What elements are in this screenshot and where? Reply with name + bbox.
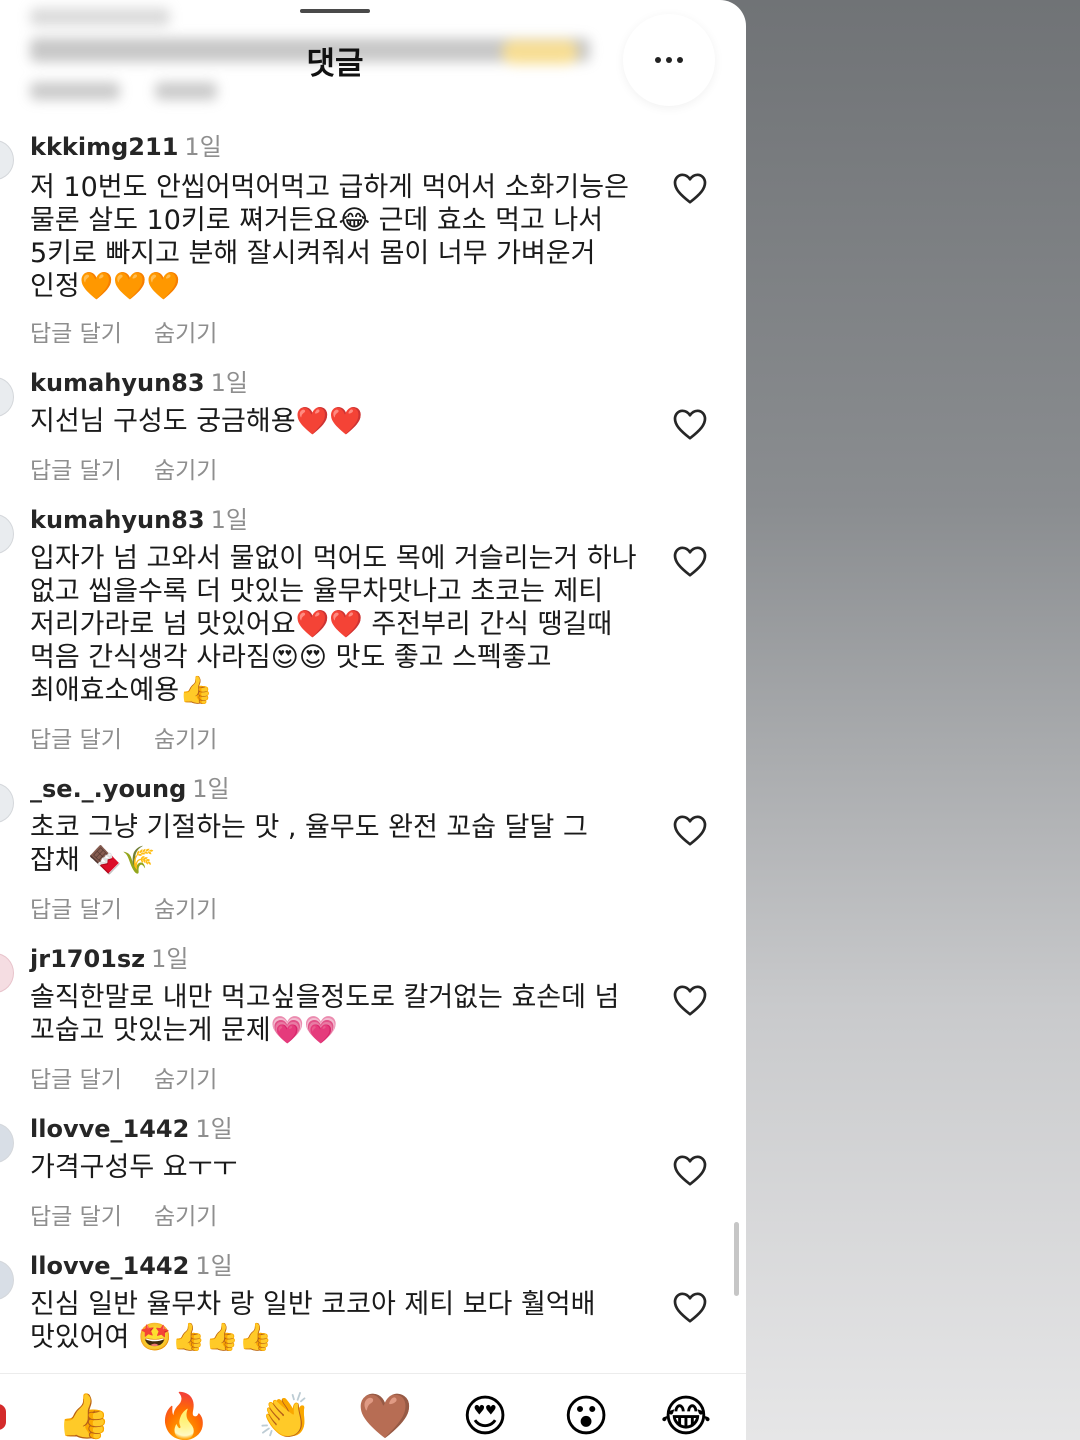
more-dot-icon <box>666 57 672 63</box>
comment-meta: kkkimg211 1일 <box>30 133 222 161</box>
comment-username[interactable]: kumahyun83 <box>30 506 205 534</box>
heart-emoji-partial-icon[interactable] <box>0 1404 6 1430</box>
comment-text: 가격구성두 요ㅜㅜ <box>30 1152 238 1183</box>
clapping-hands-reaction-icon[interactable]: 👏 <box>255 1392 315 1440</box>
like-heart-icon[interactable] <box>672 983 708 1017</box>
comment-time: 1일 <box>195 1115 233 1143</box>
comment-username[interactable]: jr1701sz <box>30 945 145 973</box>
comment-meta: llovve_1442 1일 <box>30 1252 233 1280</box>
comment-username[interactable]: kumahyun83 <box>30 369 205 397</box>
avatar[interactable] <box>0 1123 14 1163</box>
comment-username[interactable]: llovve_1442 <box>30 1115 189 1143</box>
hide-button[interactable]: 숨기기 <box>154 897 217 923</box>
like-heart-icon[interactable] <box>672 1153 708 1187</box>
comment-text: 솔직한말로 내만 먹고싶을정도로 칼거없는 효손데 넘 꼬숩고 맛있는게 문제💗… <box>30 982 620 1046</box>
avatar[interactable] <box>0 953 14 993</box>
more-dot-icon <box>655 57 661 63</box>
like-heart-icon[interactable] <box>672 1290 708 1324</box>
fire-reaction-icon[interactable]: 🔥 <box>154 1392 214 1440</box>
comment-time: 1일 <box>192 775 230 803</box>
comments-sheet: 댓글 kkkimg211 1일 저 10번도 안씹어먹어먹고 급하게 먹어서 소화… <box>0 0 746 1440</box>
comment-actions: 답글 달기 숨기기 <box>30 1197 217 1231</box>
reply-button[interactable]: 답글 달기 <box>30 1204 122 1230</box>
reply-button[interactable]: 답글 달기 <box>30 321 122 347</box>
reply-button[interactable]: 답글 달기 <box>30 897 122 923</box>
heart-eyes-reaction-icon[interactable]: 😍 <box>455 1392 515 1440</box>
comment-actions: 답글 달기 숨기기 <box>30 1060 217 1094</box>
avatar[interactable] <box>0 783 14 823</box>
sheet-title: 댓글 <box>306 46 364 82</box>
comment-time: 1일 <box>210 369 248 397</box>
avatar[interactable] <box>0 140 14 180</box>
comment-time: 1일 <box>210 506 248 534</box>
tears-of-joy-reaction-icon[interactable]: 😂 <box>656 1392 716 1440</box>
comment-text: 초코 그냥 기절하는 맛 , 율무도 완전 꼬숩 달달 그 잡채 🍫🌾 <box>30 812 588 876</box>
comment-actions: 답글 달기 숨기기 <box>30 720 217 754</box>
comment-username[interactable]: kkkimg211 <box>30 133 178 161</box>
hide-button[interactable]: 숨기기 <box>154 1067 217 1093</box>
scrollbar[interactable] <box>734 1222 739 1296</box>
comment-text: 저 10번도 안씹어먹어먹고 급하게 먹어서 소화기능은 물론 살도 10키로 … <box>30 172 629 302</box>
comment-meta: llovve_1442 1일 <box>30 1115 233 1143</box>
like-heart-icon[interactable] <box>672 813 708 847</box>
comment-meta: kumahyun83 1일 <box>30 506 248 534</box>
comment-actions: 답글 달기 숨기기 <box>30 890 217 924</box>
reply-button[interactable]: 답글 달기 <box>30 458 122 484</box>
comment-time: 1일 <box>151 945 189 973</box>
more-options-button[interactable] <box>623 14 715 106</box>
more-dot-icon <box>677 57 683 63</box>
comment-time: 1일 <box>195 1252 233 1280</box>
brown-heart-reaction-icon[interactable]: 🤎 <box>355 1392 415 1440</box>
quick-reaction-bar: 👍 🔥 👏 🤎 😍 😮 😂 <box>0 1373 746 1440</box>
surprised-face-reaction-icon[interactable]: 😮 <box>556 1392 616 1440</box>
comment-meta: _se._.young 1일 <box>30 775 230 803</box>
avatar[interactable] <box>0 514 14 554</box>
drag-handle[interactable] <box>300 9 370 13</box>
hide-button[interactable]: 숨기기 <box>154 458 217 484</box>
comment-meta: kumahyun83 1일 <box>30 369 248 397</box>
avatar[interactable] <box>0 377 14 417</box>
avatar[interactable] <box>0 1260 14 1300</box>
hide-button[interactable]: 숨기기 <box>154 1204 217 1230</box>
comment-text: 진심 일반 율무차 랑 일반 코코아 제티 보다 훨억배 맛있어여 🤩👍👍👍 <box>30 1289 596 1353</box>
hide-button[interactable]: 숨기기 <box>154 321 217 347</box>
hide-button[interactable]: 숨기기 <box>154 727 217 753</box>
comment-username[interactable]: llovve_1442 <box>30 1252 189 1280</box>
reply-button[interactable]: 답글 달기 <box>30 727 122 753</box>
comment-time: 1일 <box>184 133 222 161</box>
like-heart-icon[interactable] <box>672 171 708 205</box>
comment-text: 지선님 구성도 궁금해용❤️❤️ <box>30 406 363 437</box>
comment-text: 입자가 넘 고와서 물없이 먹어도 목에 거슬리는거 하나 없고 씹을수록 더 … <box>30 543 637 706</box>
dimmed-background[interactable] <box>746 0 1080 1440</box>
like-heart-icon[interactable] <box>672 544 708 578</box>
like-heart-icon[interactable] <box>672 407 708 441</box>
comment-meta: jr1701sz 1일 <box>30 945 188 973</box>
comment-username[interactable]: _se._.young <box>30 775 186 803</box>
comment-actions: 답글 달기 숨기기 <box>30 314 217 348</box>
thumbs-up-reaction-icon[interactable]: 👍 <box>54 1392 114 1440</box>
reply-button[interactable]: 답글 달기 <box>30 1067 122 1093</box>
comment-actions: 답글 달기 숨기기 <box>30 451 217 485</box>
